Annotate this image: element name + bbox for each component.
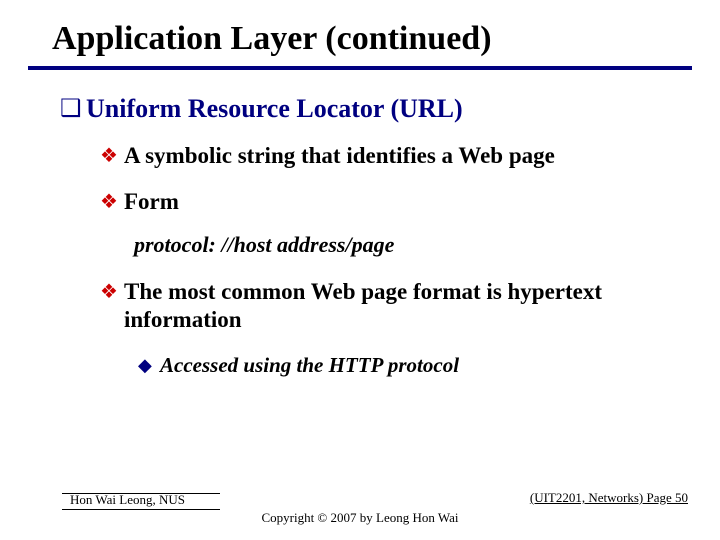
filled-diamond-bullet-icon: ◆: [138, 352, 160, 378]
diamond-bullet-icon: ❖: [100, 278, 124, 306]
level2-item: ❖ Form: [100, 188, 680, 216]
title-underline: [28, 66, 692, 70]
slide: Application Layer (continued) ❑ Uniform …: [0, 0, 720, 540]
level2-item: ❖ A symbolic string that identifies a We…: [100, 142, 680, 170]
level3-item: ◆ Accessed using the HTTP protocol: [138, 352, 680, 378]
level2-text: The most common Web page format is hyper…: [124, 278, 680, 334]
footer-author: Hon Wai Leong, NUS: [70, 492, 185, 508]
slide-title: Application Layer (continued): [52, 20, 680, 58]
code-line: protocol: //host address/page: [134, 232, 680, 258]
diamond-bullet-icon: ❖: [100, 142, 124, 170]
level3-group: ◆ Accessed using the HTTP protocol: [138, 352, 680, 378]
slide-body: ❑ Uniform Resource Locator (URL) ❖ A sym…: [60, 94, 680, 392]
footer-page-number: (UIT2201, Networks) Page 50: [530, 490, 688, 506]
level2-item: ❖ The most common Web page format is hyp…: [100, 278, 680, 334]
level2-group: ❖ A symbolic string that identifies a We…: [100, 142, 680, 378]
diamond-bullet-icon: ❖: [100, 188, 124, 216]
level3-text: Accessed using the HTTP protocol: [160, 352, 459, 378]
level2-text: Form: [124, 188, 179, 216]
level2-text: A symbolic string that identifies a Web …: [124, 142, 555, 170]
level1-item: ❑ Uniform Resource Locator (URL): [60, 94, 680, 124]
footer-copyright: Copyright © 2007 by Leong Hon Wai: [0, 510, 720, 526]
level1-text: Uniform Resource Locator (URL): [86, 94, 463, 124]
square-bullet-icon: ❑: [60, 94, 86, 124]
